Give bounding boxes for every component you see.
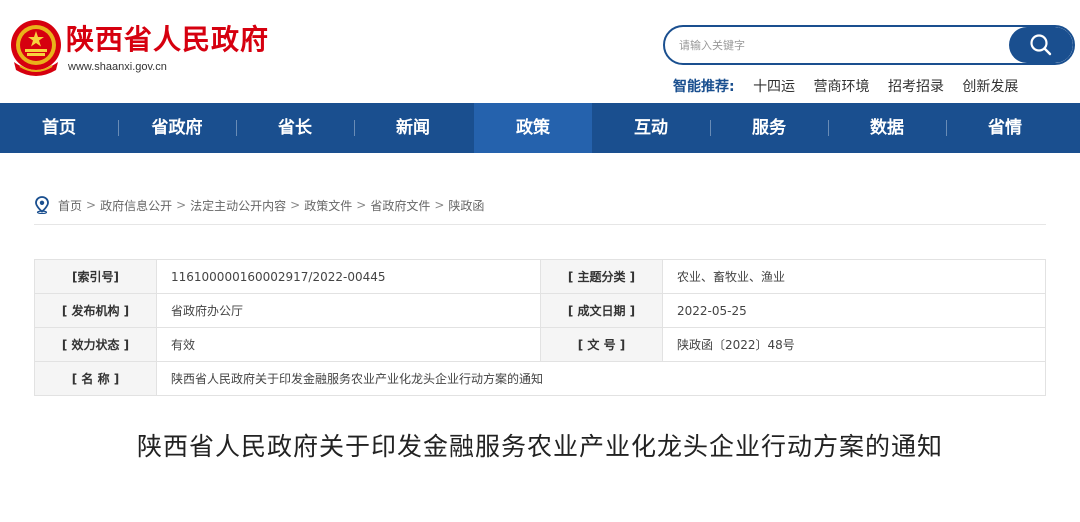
table-row: [ 效力状态 ] 有效 [ 文 号 ] 陕政函〔2022〕48号: [34, 327, 1046, 362]
table-row: [ 名 称 ] 陕西省人民政府关于印发金融服务农业产业化龙头企业行动方案的通知: [34, 361, 1046, 396]
breadcrumb-separator: >: [290, 198, 301, 212]
topic-label: [ 主题分类 ]: [540, 259, 663, 294]
publisher-value: 省政府办公厅: [156, 293, 541, 328]
search-icon: [1030, 34, 1052, 56]
breadcrumb-divider: [34, 224, 1046, 225]
recommend-label: 智能推荐:: [673, 79, 735, 95]
publisher-label: [ 发布机构 ]: [34, 293, 157, 328]
breadcrumb-item-current[interactable]: 陕政函: [448, 197, 484, 214]
table-row: [ 发布机构 ] 省政府办公厅 [ 成文日期 ] 2022-05-25: [34, 293, 1046, 328]
national-emblem-icon[interactable]: [8, 18, 64, 76]
nav-item-governor[interactable]: 省长: [236, 103, 354, 153]
search-button[interactable]: [1009, 27, 1073, 63]
search-input[interactable]: [679, 27, 999, 63]
topic-value: 农业、畜牧业、渔业: [662, 259, 1046, 294]
breadcrumb-separator: >: [86, 198, 97, 212]
docno-label: [ 文 号 ]: [540, 327, 663, 362]
smart-recommend: 智能推荐: 十四运 营商环境 招考招录 创新发展: [673, 76, 1032, 96]
breadcrumb-item[interactable]: 政策文件: [304, 197, 352, 214]
breadcrumb-separator: >: [434, 198, 445, 212]
search-box: [663, 25, 1075, 65]
index-label: [索引号]: [34, 259, 157, 294]
date-value: 2022-05-25: [662, 293, 1046, 328]
nav-item-services[interactable]: 服务: [710, 103, 828, 153]
nav-item-interaction[interactable]: 互动: [592, 103, 710, 153]
index-value: 116100000160002917/2022-00445: [156, 259, 541, 294]
date-label: [ 成文日期 ]: [540, 293, 663, 328]
nav-item-data[interactable]: 数据: [828, 103, 946, 153]
breadcrumb-item[interactable]: 政府信息公开: [100, 197, 172, 214]
status-label: [ 效力状态 ]: [34, 327, 157, 362]
breadcrumb: 首页 > 政府信息公开 > 法定主动公开内容 > 政策文件 > 省政府文件 > …: [34, 196, 484, 214]
location-pin-icon: [35, 196, 49, 214]
nav-item-province-info[interactable]: 省情: [946, 103, 1064, 153]
nav-item-province-gov[interactable]: 省政府: [118, 103, 236, 153]
breadcrumb-item[interactable]: 省政府文件: [370, 197, 430, 214]
table-row: [索引号] 116100000160002917/2022-00445 [ 主题…: [34, 259, 1046, 294]
main-nav: 首页 省政府 省长 新闻 政策 互动 服务 数据 省情: [0, 103, 1080, 153]
site-url: www.shaanxi.gov.cn: [68, 61, 167, 73]
breadcrumb-item[interactable]: 首页: [58, 197, 82, 214]
docno-value: 陕政函〔2022〕48号: [662, 327, 1046, 362]
document-title: 陕西省人民政府关于印发金融服务农业产业化龙头企业行动方案的通知: [136, 432, 943, 461]
nav-item-home[interactable]: 首页: [0, 103, 118, 153]
nav-item-policy[interactable]: 政策: [474, 103, 592, 153]
name-value: 陕西省人民政府关于印发金融服务农业产业化龙头企业行动方案的通知: [156, 361, 1046, 396]
breadcrumb-separator: >: [176, 198, 187, 212]
recommend-item[interactable]: 营商环境: [814, 79, 870, 95]
breadcrumb-item[interactable]: 法定主动公开内容: [190, 197, 286, 214]
nav-item-news[interactable]: 新闻: [354, 103, 472, 153]
site-name[interactable]: 陕西省人民政府: [66, 22, 269, 58]
breadcrumb-separator: >: [356, 198, 367, 212]
name-label: [ 名 称 ]: [34, 361, 157, 396]
recommend-item[interactable]: 创新发展: [962, 79, 1018, 95]
status-value: 有效: [156, 327, 541, 362]
recommend-item[interactable]: 招考招录: [888, 79, 944, 95]
site-header: 陕西省人民政府 www.shaanxi.gov.cn 智能推荐: 十四运 营商环…: [0, 0, 1080, 103]
recommend-item[interactable]: 十四运: [753, 79, 795, 95]
document-info-table: [索引号] 116100000160002917/2022-00445 [ 主题…: [34, 259, 1046, 396]
